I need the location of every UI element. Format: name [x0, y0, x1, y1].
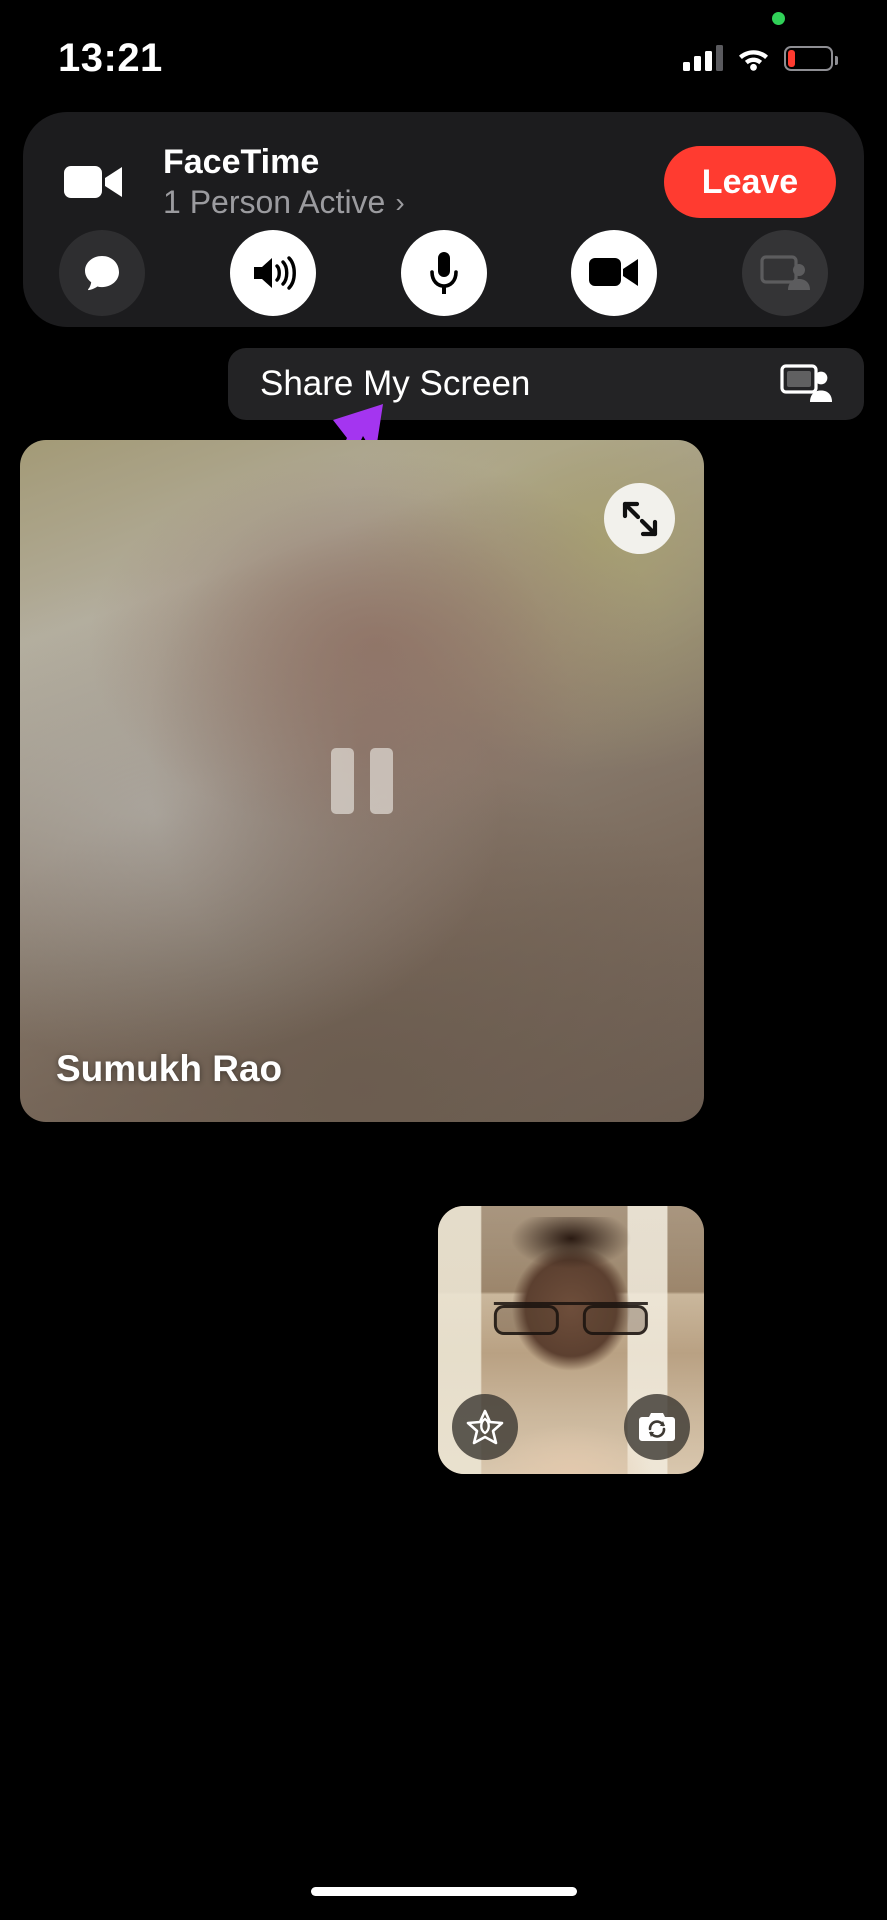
leave-button[interactable]: Leave — [664, 146, 836, 218]
participant-name-label: Sumukh Rao — [56, 1048, 283, 1089]
flip-camera-icon[interactable] — [624, 1394, 690, 1460]
call-banner-titles: FaceTime 1 Person Active › — [163, 142, 664, 222]
call-app-title: FaceTime — [163, 142, 320, 181]
call-controls-row — [23, 220, 864, 316]
status-bar-clock: 13:21 — [58, 35, 163, 80]
video-camera-icon — [589, 258, 639, 286]
call-participants-label: 1 Person Active — [163, 184, 386, 221]
pause-icon — [331, 748, 393, 814]
home-indicator[interactable] — [310, 1887, 577, 1896]
call-banner-header: FaceTime 1 Person Active › Leave — [23, 112, 864, 220]
microphone-button[interactable] — [400, 230, 487, 316]
messages-button[interactable] — [59, 230, 145, 316]
participant-video-tile[interactable]: Sumukh Rao — [20, 440, 704, 1122]
effects-star-icon[interactable] — [452, 1394, 518, 1460]
status-bar: 13:21 — [0, 0, 887, 104]
green-privacy-dot-icon — [772, 12, 785, 25]
screen-share-person-icon — [760, 255, 810, 290]
call-participants-status[interactable]: 1 Person Active › — [163, 182, 664, 222]
share-my-screen-menu-item[interactable]: Share My Screen — [228, 348, 864, 420]
share-screen-button[interactable] — [742, 230, 828, 316]
speaker-button[interactable] — [229, 230, 316, 316]
video-camera-icon — [63, 151, 125, 213]
battery-low-icon — [784, 46, 838, 71]
camera-button[interactable] — [571, 230, 658, 316]
facetime-call-banner[interactable]: FaceTime 1 Person Active › Leave — [23, 112, 864, 327]
self-view-glasses — [493, 1302, 649, 1335]
chevron-right-icon: › — [395, 186, 405, 218]
microphone-icon — [429, 252, 458, 294]
expand-arrows-icon[interactable] — [604, 483, 675, 554]
self-view-tile[interactable] — [438, 1206, 704, 1474]
chat-bubble-icon — [85, 256, 119, 291]
status-bar-indicators — [683, 45, 838, 71]
cellular-signal-icon — [683, 45, 723, 71]
facetime-call-screen: 13:21 FaceTime 1 Person Active › Leave S… — [0, 0, 887, 1920]
screen-share-person-icon — [780, 364, 832, 402]
speaker-wave-icon — [253, 256, 296, 290]
wifi-icon — [739, 50, 768, 71]
share-my-screen-label: Share My Screen — [260, 364, 531, 403]
